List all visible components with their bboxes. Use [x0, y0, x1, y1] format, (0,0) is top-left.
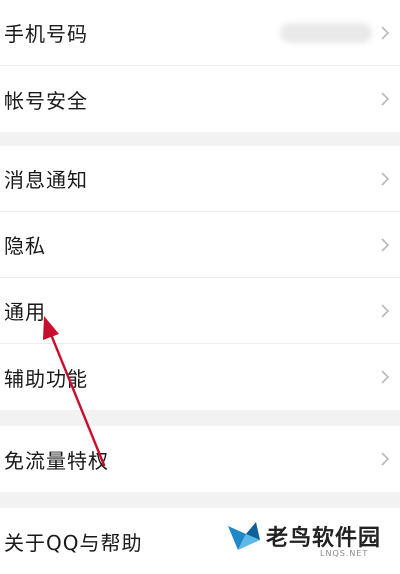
bird-logo-icon — [226, 520, 262, 558]
settings-item-data-free-privilege[interactable]: 免流量特权 — [0, 426, 400, 492]
settings-item-account-security[interactable]: 帐号安全 — [0, 66, 400, 132]
chevron-right-icon — [380, 237, 390, 253]
chevron-right-icon — [380, 369, 390, 385]
watermark: 老鸟软件园 LNQS.NET — [216, 514, 400, 564]
settings-item-label: 帐号安全 — [4, 88, 88, 113]
chevron-right-icon — [380, 171, 390, 187]
settings-item-privacy[interactable]: 隐私 — [0, 212, 400, 278]
settings-item-label: 消息通知 — [4, 168, 88, 192]
chevron-right-icon — [380, 91, 390, 107]
chevron-right-icon — [380, 25, 390, 41]
watermark-title: 老鸟软件园 — [266, 526, 382, 551]
settings-item-label: 手机号码 — [4, 22, 88, 46]
chevron-right-icon — [380, 451, 390, 467]
settings-item-label: 关于QQ与帮助 — [4, 530, 143, 555]
settings-group-data-free: 免流量特权 — [0, 426, 400, 492]
watermark-subtitle: LNQS.NET — [320, 549, 369, 558]
chevron-right-icon — [380, 303, 390, 319]
settings-group-general: 消息通知 隐私 通用 辅助功能 — [0, 146, 400, 410]
settings-item-label: 辅助功能 — [4, 366, 88, 391]
settings-item-notifications[interactable]: 消息通知 — [0, 146, 400, 212]
settings-group-account: 手机号码 帐号安全 — [0, 0, 400, 132]
phone-number-value-blurred — [280, 22, 372, 43]
settings-item-accessibility[interactable]: 辅助功能 — [0, 344, 400, 410]
settings-item-label: 通用 — [4, 300, 46, 324]
settings-item-label: 免流量特权 — [4, 448, 109, 473]
settings-item-phone[interactable]: 手机号码 — [0, 0, 400, 66]
settings-item-general[interactable]: 通用 — [0, 278, 400, 344]
settings-item-label: 隐私 — [4, 234, 46, 258]
